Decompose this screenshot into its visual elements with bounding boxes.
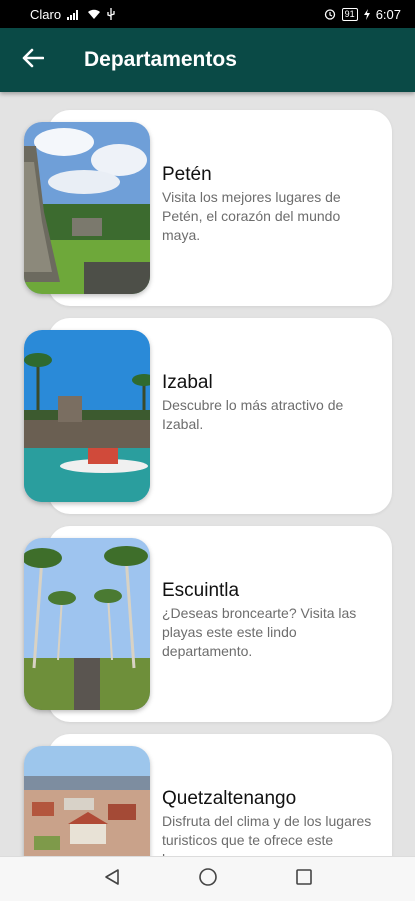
card-title: Petén [162,164,212,185]
circle-home-icon [198,867,218,892]
department-card-quetzaltenango[interactable]: Quetzaltenango Disfruta del clima y de l… [0,734,415,856]
department-card-escuintla[interactable]: Escuintla ¿Deseas broncearte? Visita las… [0,526,415,722]
carrier-label: Claro [30,6,62,22]
card-description: Disfruta del clima y de los lugares turi… [162,813,372,856]
navigation-bar [0,856,415,901]
card-title: Escuintla [162,580,240,601]
square-recents-icon [295,868,313,891]
triangle-back-icon [103,868,121,891]
department-image [24,746,150,856]
page-title: Departamentos [84,48,237,71]
alarm-icon [324,8,336,20]
back-button[interactable] [0,28,66,92]
clock: 6:07 [375,6,401,22]
arrow-left-icon [22,48,45,73]
card-description: ¿Deseas broncearte? Visita las playas es… [162,605,357,659]
wifi-icon [87,9,101,20]
card-title: Quetzaltenango [162,788,297,809]
nav-back-button[interactable] [96,863,128,895]
battery-icon: 91 [341,7,358,21]
status-bar: Claro 91 6:07 [0,0,415,28]
signal-icon [67,9,81,20]
charging-icon [363,8,370,20]
card-title: Izabal [162,372,213,393]
department-card-peten[interactable]: Petén Visita los mejores lugares de Peté… [0,110,415,306]
department-card-izabal[interactable]: Izabal Descubre lo más atractivo de Izab… [0,318,415,514]
department-image [24,122,150,294]
department-image [24,538,150,710]
usb-icon [107,8,115,20]
department-list[interactable]: Petén Visita los mejores lugares de Peté… [0,92,415,856]
department-image [24,330,150,502]
card-description: Visita los mejores lugares de Petén, el … [162,189,341,243]
nav-home-button[interactable] [192,863,224,895]
nav-recents-button[interactable] [288,863,320,895]
app-bar: Departamentos [0,28,415,92]
card-description: Descubre lo más atractivo de Izabal. [162,397,344,432]
